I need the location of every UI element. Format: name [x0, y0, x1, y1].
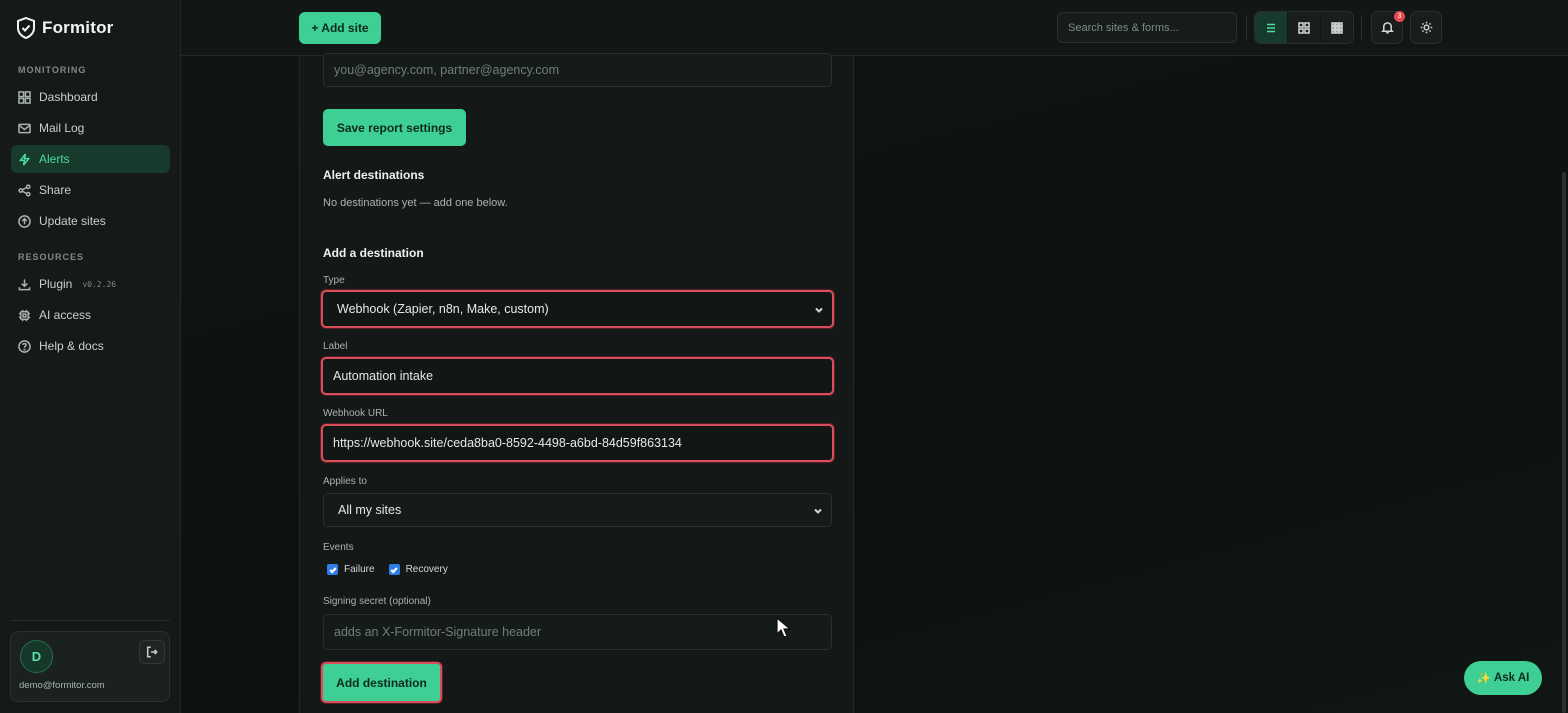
divider	[1361, 15, 1362, 41]
sidebar-item-label: Plugin	[39, 277, 73, 291]
download-icon	[18, 278, 31, 290]
applies-to-value: All my sites	[338, 503, 402, 517]
check-icon	[328, 566, 337, 574]
logout-button[interactable]	[139, 640, 165, 664]
sidebar-item-label: Share	[39, 183, 72, 197]
webhook-url-input[interactable]: https://webhook.site/ceda8ba0-8592-4498-…	[321, 424, 834, 462]
view-mode-toggle	[1254, 11, 1354, 44]
sidebar-item-help-docs[interactable]: Help & docs	[11, 332, 170, 360]
label-input[interactable]: Automation intake	[321, 357, 834, 395]
sidebar-item-label: Dashboard	[39, 90, 98, 104]
sidebar-item-label: Help & docs	[39, 339, 104, 353]
help-icon	[18, 339, 31, 353]
applies-to-label: Applies to	[323, 476, 367, 487]
ask-ai-label: Ask AI	[1493, 672, 1530, 684]
scrollbar-thumb[interactable]	[1562, 172, 1566, 713]
sidebar-item-dashboard[interactable]: Dashboard	[11, 83, 170, 111]
sidebar-divider	[10, 620, 170, 621]
brand-name: Formitor	[42, 18, 114, 37]
sidebar-item-label: Mail Log	[39, 121, 85, 135]
shield-logo-icon	[17, 17, 35, 39]
label-field-label: Label	[323, 341, 348, 352]
notification-badge: 3	[1394, 11, 1405, 22]
upload-icon	[18, 214, 31, 228]
event-recovery-option[interactable]: Recovery	[388, 564, 448, 575]
dense-grid-view-button[interactable]	[1321, 12, 1353, 43]
signing-secret-input[interactable]: adds an X-Formitor-Signature header	[323, 614, 832, 650]
sidebar-item-update-sites[interactable]: Update sites	[11, 207, 170, 235]
sparkle-icon: ✨	[1476, 673, 1491, 685]
event-failure-option[interactable]: Failure	[327, 564, 375, 575]
sidebar-item-share[interactable]: Share	[11, 176, 170, 204]
check-icon	[390, 566, 398, 574]
search-input[interactable]	[1057, 12, 1237, 43]
top-bar: + Add site 3	[181, 0, 1568, 56]
user-email: demo@formitor.com	[19, 680, 105, 691]
sidebar-item-label: AI access	[39, 308, 92, 322]
sidebar-item-plugin[interactable]: Plugin v0.2.26	[11, 270, 170, 298]
notifications-button[interactable]: 3	[1371, 11, 1405, 44]
chip-icon	[18, 309, 31, 321]
add-site-button[interactable]: + Add site	[299, 12, 381, 44]
sun-icon	[1420, 21, 1432, 34]
theme-toggle-button[interactable]	[1410, 11, 1442, 44]
sidebar-item-ai-access[interactable]: AI access	[11, 301, 170, 329]
dense-grid-icon	[1331, 21, 1343, 34]
sidebar: Formitor MONITORING Dashboard Mail Log A…	[0, 0, 181, 713]
sidebar-item-alerts[interactable]: Alerts	[11, 145, 170, 173]
sidebar-item-mail-log[interactable]: Mail Log	[11, 114, 170, 142]
events-label: Events	[323, 542, 354, 553]
list-icon	[1267, 23, 1275, 32]
no-destinations-text: No destinations yet — add one below.	[323, 197, 508, 209]
signing-secret-label: Signing secret (optional)	[323, 596, 431, 607]
bolt-icon	[18, 152, 31, 166]
recovery-checkbox[interactable]	[388, 564, 400, 575]
ask-ai-button[interactable]: ✨ Ask AI	[1464, 661, 1542, 695]
logout-icon	[146, 646, 158, 658]
user-card: D demo@formitor.com	[10, 631, 170, 702]
type-select[interactable]: Webhook (Zapier, n8n, Make, custom)	[321, 290, 834, 328]
avatar[interactable]: D	[20, 640, 53, 673]
webhook-url-label: Webhook URL	[323, 408, 388, 419]
bell-icon	[1380, 22, 1394, 34]
alert-destinations-heading: Alert destinations	[323, 168, 425, 182]
alerts-settings-panel: you@agency.com, partner@agency.com Save …	[299, 53, 854, 713]
save-report-settings-button[interactable]: Save report settings	[323, 109, 466, 146]
section-label-monitoring: MONITORING	[18, 65, 87, 75]
recovery-label: Recovery	[405, 564, 448, 575]
failure-label: Failure	[344, 564, 375, 575]
plugin-version: v0.2.26	[82, 279, 117, 289]
share-icon	[18, 183, 31, 197]
applies-to-select[interactable]: All my sites	[323, 493, 832, 527]
divider	[1246, 15, 1247, 41]
section-label-resources: RESOURCES	[18, 252, 85, 262]
add-destination-button[interactable]: Add destination	[321, 662, 442, 703]
grid-view-button[interactable]	[1288, 12, 1320, 43]
chevron-down-icon	[813, 505, 823, 515]
grid-icon	[1298, 21, 1310, 34]
failure-checkbox[interactable]	[327, 564, 338, 575]
type-label: Type	[323, 275, 345, 286]
report-recipients-input[interactable]: you@agency.com, partner@agency.com	[323, 53, 832, 87]
dashboard-icon	[18, 90, 31, 104]
mouse-cursor-icon	[776, 617, 792, 638]
sidebar-item-label: Update sites	[39, 214, 106, 228]
chevron-down-icon	[814, 304, 824, 314]
sidebar-item-label: Alerts	[39, 152, 70, 166]
brand-logo[interactable]: Formitor	[16, 17, 113, 39]
mail-icon	[18, 123, 31, 133]
list-view-button[interactable]	[1255, 12, 1287, 43]
type-select-value: Webhook (Zapier, n8n, Make, custom)	[337, 302, 549, 316]
add-destination-heading: Add a destination	[323, 246, 424, 260]
events-checkboxes: Failure Recovery	[327, 564, 462, 575]
